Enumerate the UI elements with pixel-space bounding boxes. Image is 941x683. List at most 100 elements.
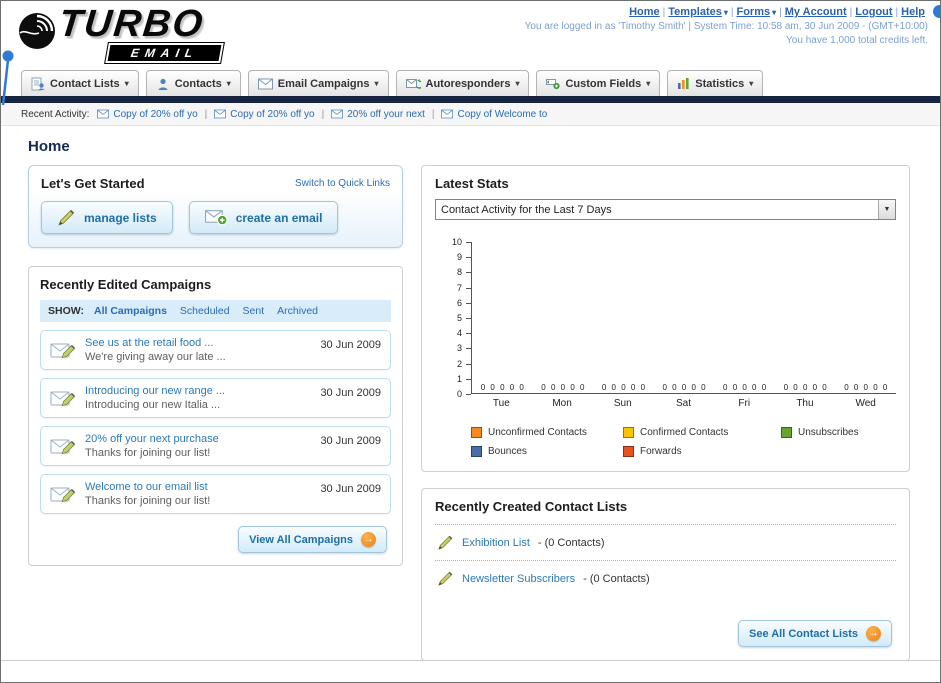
legend-swatch	[623, 446, 634, 457]
campaign-title-link[interactable]: Introducing our new range ...	[85, 385, 311, 397]
y-axis-tick	[466, 272, 471, 274]
application-window: TURBO EMAIL Home | Templates ▾ | Forms ▾ | My Ac…	[0, 0, 941, 683]
x-axis-label: Sat	[676, 398, 692, 409]
tab-custom-fields[interactable]: Custom Fields ▾	[536, 70, 661, 96]
top-link-help[interactable]: Help	[901, 6, 925, 18]
y-axis-tick	[466, 242, 471, 243]
chevron-down-icon: ▾	[646, 79, 651, 88]
envelope-pencil-icon	[50, 339, 76, 361]
filter-all-campaigns[interactable]: All Campaigns	[94, 305, 167, 317]
legend-label: Unsubscribes	[798, 427, 859, 438]
bar-value-labels: 0 0 0 0 0	[480, 383, 524, 392]
chart-bar-group: 0 0 0 0 0	[714, 242, 775, 393]
chart-bar-group: 0 0 0 0 0	[775, 242, 836, 393]
recent-activity-link[interactable]: Copy of Welcome to	[457, 109, 547, 120]
legend-item: Unsubscribes	[781, 427, 896, 438]
top-link-forms[interactable]: Forms ▾	[736, 6, 776, 18]
latest-stats-panel: Latest Stats Contact Activity for the La…	[421, 165, 910, 472]
recent-activity-item: Copy of 20% off yo	[214, 109, 315, 120]
tab-label: Statistics	[695, 77, 745, 90]
chevron-down-icon: ▾	[723, 8, 728, 17]
campaign-title-link[interactable]: Welcome to our email list	[85, 481, 311, 493]
statistics-icon	[677, 77, 690, 90]
campaign-text: See us at the retail food ... We're givin…	[85, 337, 311, 363]
recent-activity-link[interactable]: Copy of 20% off yo	[230, 109, 314, 120]
x-axis-label: Wed	[855, 398, 876, 409]
y-axis-tick-label: 5	[456, 313, 462, 323]
legend-swatch	[471, 427, 482, 438]
tab-label: Contact Lists	[50, 77, 120, 90]
recent-activity-item: Copy of 20% off yo	[97, 109, 198, 120]
tab-label: Contacts	[174, 77, 222, 90]
y-axis-tick	[466, 333, 471, 335]
campaign-row[interactable]: 20% off your next purchase Thanks for joi…	[40, 426, 391, 466]
email-campaigns-icon	[257, 78, 273, 90]
y-axis-tick-label: 7	[456, 282, 462, 293]
contact-list-link[interactable]: Exhibition List	[462, 537, 530, 549]
separator: |	[662, 7, 666, 18]
legend-label: Confirmed Contacts	[640, 427, 729, 438]
y-axis-tick-label: 0	[456, 389, 462, 399]
tab-contact-lists[interactable]: Contact Lists ▾	[21, 70, 139, 96]
contact-list-row: Newsletter Subscribers - (0 Contacts)	[435, 560, 896, 596]
top-link-home[interactable]: Home	[629, 6, 660, 18]
top-link-logout[interactable]: Logout	[855, 6, 892, 18]
tab-statistics[interactable]: Statistics ▾	[667, 70, 764, 96]
separator: |	[431, 108, 435, 120]
chevron-down-icon: ▾	[515, 79, 520, 88]
legend-item: Unconfirmed Contacts	[471, 427, 623, 438]
content-columns: Let's Get Started Switch to Quick Links …	[1, 165, 940, 661]
campaign-title-link[interactable]: 20% off your next purchase	[85, 433, 311, 445]
recent-activity-link[interactable]: Copy of 20% off yo	[113, 109, 197, 120]
get-started-header: Let's Get Started Switch to Quick Links	[41, 176, 390, 191]
page-title: Home	[28, 138, 70, 155]
recent-activity-item: 20% off your next	[331, 109, 425, 120]
y-axis-tick	[466, 257, 471, 259]
logo-pointer-decoration	[1, 49, 15, 112]
stats-panel-title: Latest Stats	[435, 176, 509, 191]
campaign-row[interactable]: Introducing our new range ... Introducing…	[40, 378, 391, 418]
tab-email-campaigns[interactable]: Email Campaigns ▾	[247, 70, 389, 96]
switch-to-quick-links-link[interactable]: Switch to Quick Links	[295, 178, 390, 189]
pencil-icon	[437, 534, 454, 551]
legend-label: Forwards	[640, 446, 682, 457]
credits-info: You have 1,000 total credits left.	[786, 35, 928, 46]
chart-bar-group: 0 0 0 0 0	[533, 242, 594, 393]
contact-list-detail: - (0 Contacts)	[537, 536, 605, 549]
y-axis-tick-label: 3	[456, 343, 462, 354]
tab-autoresponders[interactable]: Autoresponders ▾	[395, 70, 530, 96]
filter-scheduled[interactable]: Scheduled	[180, 305, 230, 317]
create-an-email-button[interactable]: create an email	[188, 201, 339, 234]
contact-list-link[interactable]: Newsletter Subscribers	[462, 573, 575, 585]
filter-sent[interactable]: Sent	[243, 305, 265, 317]
pencil-icon	[57, 208, 76, 227]
arrow-right-icon	[361, 532, 376, 547]
create-email-label: create an email	[235, 210, 323, 225]
campaign-title-link[interactable]: See us at the retail food ...	[85, 337, 311, 349]
see-all-contact-lists-button[interactable]: See All Contact Lists	[737, 620, 892, 647]
top-link-my-account[interactable]: My Account	[785, 6, 847, 18]
recent-activity-link[interactable]: 20% off your next	[347, 109, 425, 120]
manage-lists-button[interactable]: manage lists	[41, 201, 173, 234]
contact-list: Exhibition List - (0 Contacts) Newsletter …	[435, 524, 896, 596]
pencil-icon	[437, 570, 454, 587]
contact-activity-chart: 10 9 8 7 6 5 4 3 2 1 0 0 0 0 0 00 0 0 0 00 0 0 0 0…	[435, 237, 896, 457]
logo-badge: EMAIL	[104, 42, 226, 64]
filter-archived[interactable]: Archived	[277, 305, 318, 317]
legend-item: Forwards	[623, 446, 781, 457]
main-navigation: Contact Lists ▾ Contacts ▾ Email Campaigns ▾ A…	[1, 63, 940, 96]
contact-lists-icon	[31, 77, 45, 91]
app-logo: TURBO EMAIL	[15, 3, 295, 64]
chevron-down-icon: ▾	[374, 79, 379, 88]
legend-swatch	[471, 446, 482, 457]
view-all-campaigns-button[interactable]: View All Campaigns	[238, 526, 387, 553]
chart-plot-area: 0 0 0 0 0 0 0 0 0 0 0 0 0 0 0 0 0 0 0 0 0 0 …	[471, 242, 896, 394]
contact-lists-footer: See All Contact Lists	[435, 620, 896, 647]
header-right: Home | Templates ▾ | Forms ▾ | My Account | Logout…	[525, 6, 928, 46]
top-link-templates[interactable]: Templates ▾	[668, 6, 728, 18]
campaign-row[interactable]: See us at the retail food ... We're givin…	[40, 330, 391, 370]
x-axis-label: Fri	[738, 398, 751, 409]
stats-filter-select[interactable]: Contact Activity for the Last 7 Days ▼	[435, 199, 896, 220]
campaign-row[interactable]: Welcome to our email list Thanks for join…	[40, 474, 391, 514]
tab-contacts[interactable]: Contacts ▾	[145, 70, 241, 96]
